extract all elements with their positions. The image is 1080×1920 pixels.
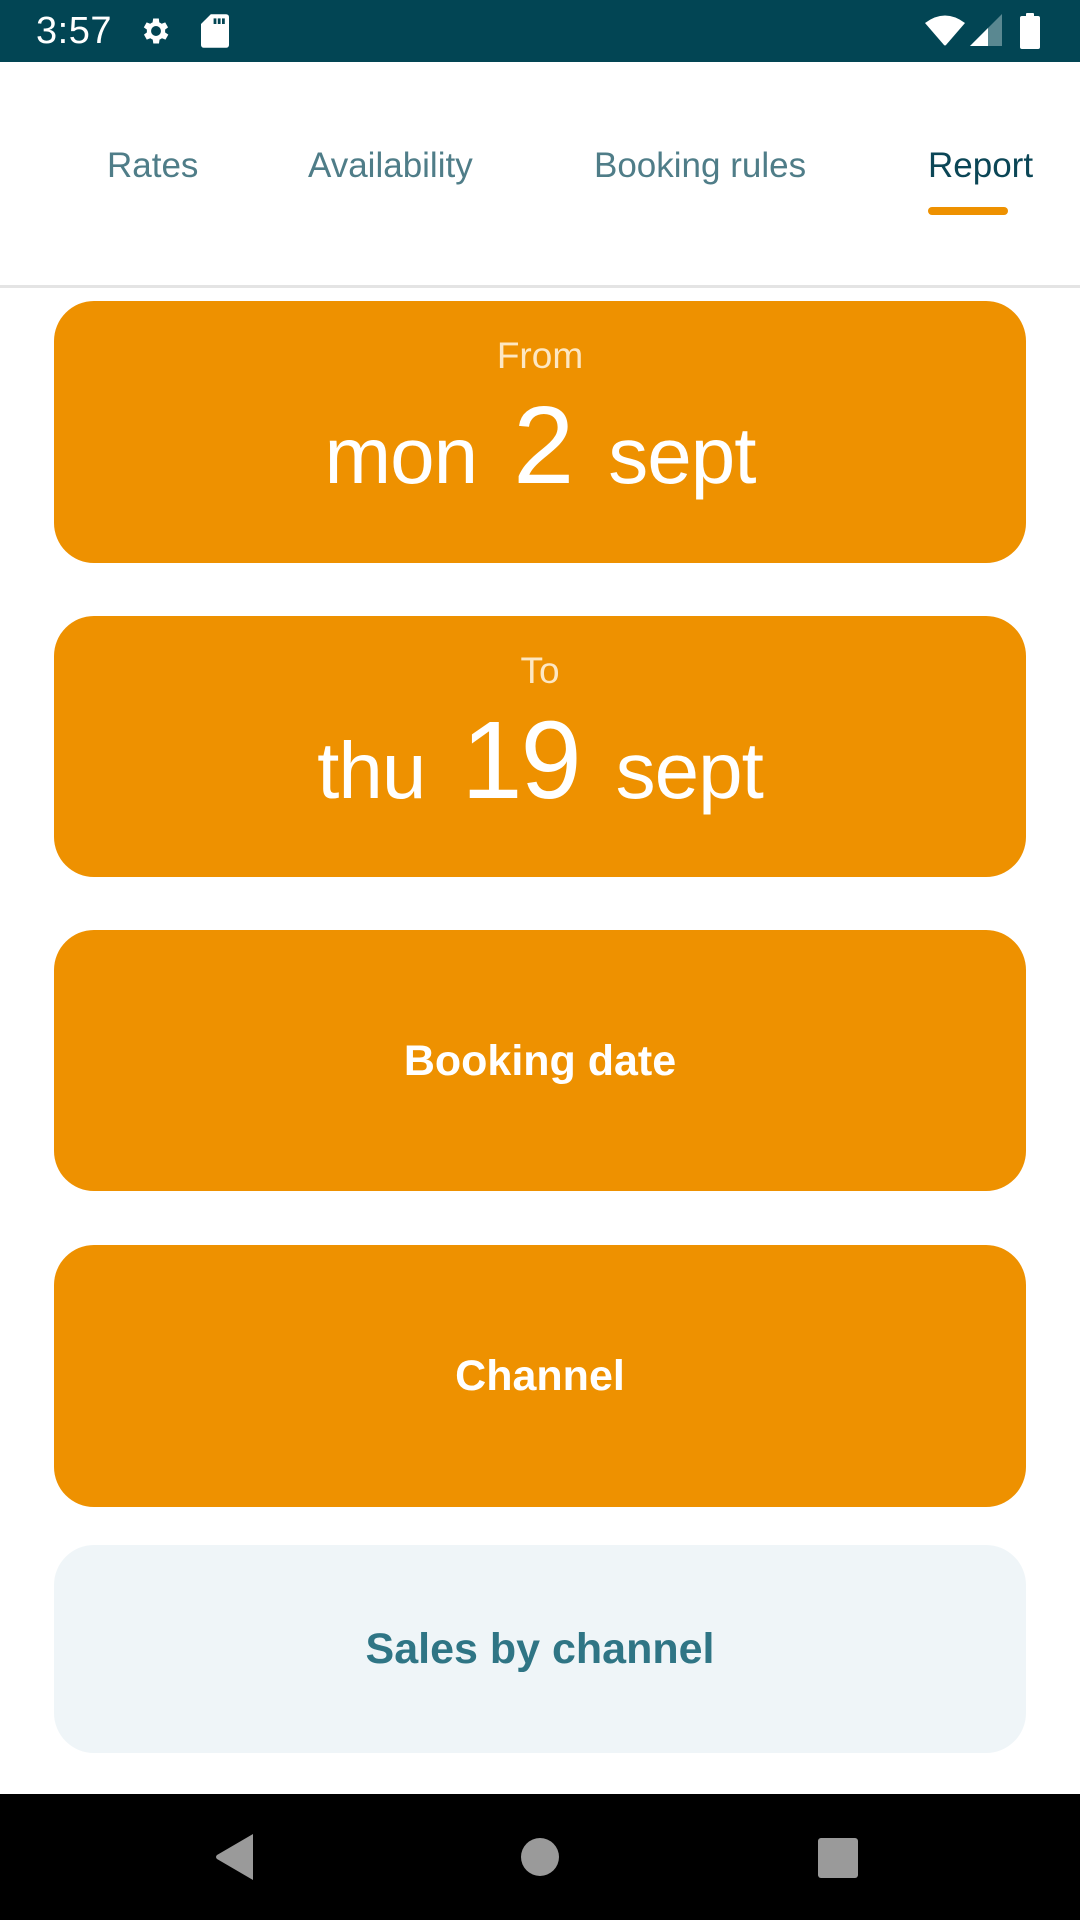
tab-report[interactable]: Report bbox=[928, 144, 1033, 188]
booking-date-label: Booking date bbox=[403, 1036, 677, 1085]
to-month: sept bbox=[615, 726, 764, 815]
tab-bar: Rates Availability Booking rules Report bbox=[0, 62, 1080, 288]
to-label: To bbox=[520, 650, 560, 691]
recents-icon[interactable] bbox=[817, 1837, 859, 1879]
from-day: 2 bbox=[513, 384, 574, 507]
booking-date-button[interactable]: Booking date bbox=[54, 930, 1026, 1191]
from-weekday: mon bbox=[324, 411, 478, 500]
sales-by-channel-button[interactable]: Sales by channel bbox=[54, 1545, 1026, 1753]
active-tab-indicator bbox=[928, 207, 1008, 215]
battery-icon bbox=[1020, 13, 1040, 49]
tab-rates[interactable]: Rates bbox=[107, 144, 198, 188]
to-day: 19 bbox=[461, 699, 581, 822]
from-date: mon 2 sept bbox=[54, 384, 1026, 507]
gear-icon bbox=[143, 18, 169, 44]
from-date-button[interactable]: From mon 2 sept bbox=[54, 301, 1026, 563]
channel-label: Channel bbox=[455, 1352, 625, 1400]
channel-button[interactable]: Channel bbox=[54, 1245, 1026, 1507]
to-date: thu 19 sept bbox=[54, 699, 1026, 822]
back-icon[interactable] bbox=[215, 1834, 259, 1880]
sd-card-icon bbox=[201, 14, 229, 48]
to-weekday: thu bbox=[317, 726, 426, 815]
sales-by-channel-label: Sales by channel bbox=[365, 1625, 715, 1673]
status-time: 3:57 bbox=[36, 10, 112, 52]
cell-signal-icon bbox=[970, 14, 1002, 46]
to-date-button[interactable]: To thu 19 sept bbox=[54, 616, 1026, 877]
tab-booking-rules[interactable]: Booking rules bbox=[594, 144, 806, 188]
status-bar: 3:57 bbox=[0, 0, 1080, 62]
wifi-icon bbox=[925, 15, 965, 46]
home-icon[interactable] bbox=[520, 1837, 560, 1877]
tab-availability[interactable]: Availability bbox=[308, 144, 473, 188]
report-content[interactable]: From mon 2 sept To thu 19 sept Booking d… bbox=[0, 291, 1080, 1794]
from-month: sept bbox=[608, 411, 756, 500]
from-label: From bbox=[496, 335, 584, 376]
system-nav-bar bbox=[0, 1794, 1080, 1920]
